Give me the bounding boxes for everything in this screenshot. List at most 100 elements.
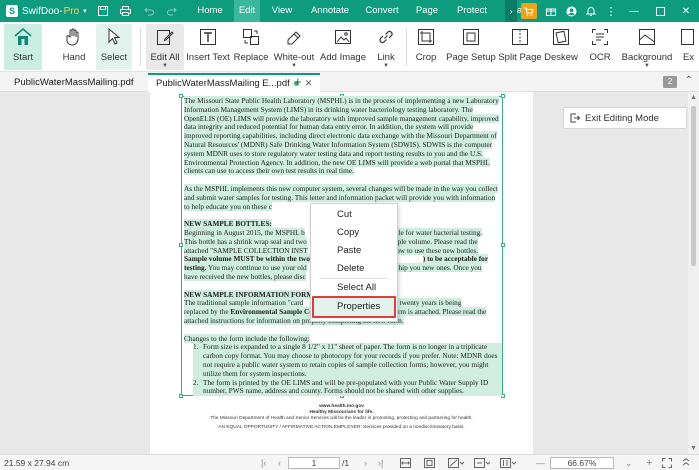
gift-icon[interactable] (541, 0, 561, 22)
next-page-icon[interactable]: › (364, 457, 367, 469)
first-page-icon[interactable]: |‹ (261, 457, 266, 469)
resize-handle[interactable] (179, 94, 183, 98)
crop-button[interactable]: Crop (412, 24, 440, 70)
app-edition: Pro (63, 5, 80, 17)
footer-eeo: AN EQUAL OPPORTUNITY / AFFIRMATIVE ACTIO… (218, 424, 465, 430)
main-menu: Home Edit View Annotate Convert Page Pro… (186, 0, 538, 22)
replace-button[interactable]: Replace (234, 24, 268, 70)
new-tab-button[interactable]: + (294, 73, 302, 91)
text-icon (195, 26, 221, 48)
save-icon[interactable] (97, 5, 109, 17)
ocr-icon (587, 26, 613, 48)
list-item: 2. The form is printed by the OE LIMS and… (193, 378, 502, 397)
page-setup-button[interactable]: Page Setup (446, 24, 496, 70)
chevron-down-icon: ▼ (383, 63, 389, 69)
cursor-icon (101, 26, 127, 48)
start-button[interactable]: Start (4, 24, 42, 70)
page-number-input[interactable]: 1 (288, 457, 340, 469)
menu-scroll-right-button[interactable]: › (505, 0, 517, 22)
document-tab-bar: PublicWaterMassMailing.pdf PublicWaterMa… (0, 72, 699, 92)
undo-icon[interactable] (143, 5, 155, 17)
document-footer: www.health.mo.gov Healthy Missourians fo… (150, 404, 533, 431)
vertical-scrollbar[interactable]: ▲ ▼ (688, 92, 699, 454)
status-bar: 21.59 x 27.94 cm |‹ ‹ 1 /1 › ›| — 66.67%… (0, 454, 699, 470)
background-icon (634, 26, 660, 48)
context-menu-copy[interactable]: Copy (337, 227, 359, 238)
context-menu-delete[interactable]: Delete (337, 263, 364, 274)
resize-handle[interactable] (179, 394, 183, 398)
context-menu-cut[interactable]: Cut (337, 209, 352, 220)
tab-count-badge: 2 (663, 76, 677, 88)
last-page-icon[interactable]: ›| (378, 457, 383, 469)
resize-handle[interactable] (179, 243, 183, 247)
more-tools-button[interactable]: Ex (678, 24, 699, 70)
menu-convert[interactable]: Convert (356, 0, 408, 22)
white-out-icon (281, 26, 307, 48)
zoom-in-icon[interactable]: + (646, 457, 652, 469)
view-mode-icon[interactable] (448, 457, 464, 469)
exit-editing-mode-button[interactable]: Exit Editing Mode (563, 107, 687, 129)
menu-page[interactable]: Page (408, 0, 446, 22)
zoom-out-icon[interactable]: — (536, 457, 545, 469)
link-button[interactable]: Link ▼ (372, 24, 400, 70)
minimize-button[interactable]: — (621, 0, 647, 22)
split-page-icon (507, 26, 533, 48)
ocr-button[interactable]: OCR (586, 24, 614, 70)
collapse-panel-icon[interactable] (681, 457, 691, 469)
context-menu-select-all[interactable]: Select All (337, 282, 376, 293)
menu-edit[interactable]: Edit (234, 0, 260, 22)
hand-icon (61, 26, 87, 48)
title-bar: S SwifDoo - Pro ▾ Home Edit View Annotate … (0, 0, 699, 22)
footer-mission: The Missouri Department of Health and Se… (210, 416, 473, 422)
insert-text-button[interactable]: Insert Text (186, 24, 230, 70)
context-menu-properties[interactable]: Properties (337, 301, 380, 312)
account-icon[interactable] (561, 0, 581, 22)
paragraph-form-changes: Changes to the form include the followin… (184, 333, 502, 397)
fullscreen-icon[interactable] (662, 457, 672, 469)
zoom-level-input[interactable]: 66.67% (550, 457, 614, 469)
crop-icon (413, 26, 439, 48)
context-menu: Cut Copy Paste Delete Select All Propert… (310, 203, 398, 322)
select-tool-button[interactable]: Select (96, 24, 132, 70)
add-image-button[interactable]: Add Image (320, 24, 366, 70)
menu-annotate[interactable]: Annotate (304, 0, 356, 22)
tab-document-1[interactable]: PublicWaterMassMailing.pdf (6, 73, 142, 92)
bell-icon[interactable] (581, 0, 601, 22)
cart-icon[interactable] (521, 3, 537, 19)
paragraph-intro: The Missouri State Public Health Laborat… (184, 96, 499, 176)
chevron-down-icon: ▼ (162, 63, 168, 69)
white-out-button[interactable]: White-out ▼ (274, 24, 314, 70)
scroll-mode-icon[interactable] (500, 457, 516, 469)
image-icon (330, 26, 356, 48)
edit-all-button[interactable]: Edit All ▼ (146, 24, 184, 70)
chevron-down-icon: ▼ (644, 63, 650, 69)
chevron-down-icon: ▾ (83, 8, 87, 15)
scroll-down-icon[interactable]: ▼ (690, 445, 697, 452)
context-menu-paste[interactable]: Paste (337, 245, 361, 256)
fit-page-icon[interactable] (424, 457, 435, 469)
hand-tool-button[interactable]: Hand (60, 24, 88, 70)
zoom-menu-icon[interactable]: ⌄ (625, 457, 633, 469)
menu-protect[interactable]: Protect (446, 0, 498, 22)
close-button[interactable]: ✕ (673, 0, 699, 22)
context-menu-divider (319, 278, 389, 279)
close-tab-icon[interactable]: ✕ (305, 76, 313, 91)
collapse-icon[interactable]: ⌃ (685, 75, 693, 86)
previous-page-icon[interactable]: ‹ (278, 457, 281, 469)
print-icon[interactable] (120, 5, 132, 17)
menu-home[interactable]: Home (186, 0, 234, 22)
scrollbar-thumb[interactable] (691, 106, 696, 266)
background-button[interactable]: Background ▼ (620, 24, 674, 70)
redo-icon[interactable] (166, 5, 178, 17)
maximize-button[interactable] (647, 0, 673, 22)
page-layout-icon[interactable] (474, 457, 490, 469)
fit-width-icon[interactable] (400, 457, 411, 469)
edit-ribbon: Start Hand Select Edit All ▼ Insert Text… (0, 22, 699, 72)
deskew-button[interactable]: Deskew (544, 24, 578, 70)
split-page-button[interactable]: Split Page (498, 24, 542, 70)
more-icon[interactable]: ⋮ (601, 0, 621, 22)
menu-view[interactable]: View (260, 0, 304, 22)
app-logo[interactable]: S SwifDoo - Pro ▾ (6, 5, 87, 17)
scroll-up-icon[interactable]: ▲ (690, 94, 697, 101)
link-icon (373, 26, 399, 48)
